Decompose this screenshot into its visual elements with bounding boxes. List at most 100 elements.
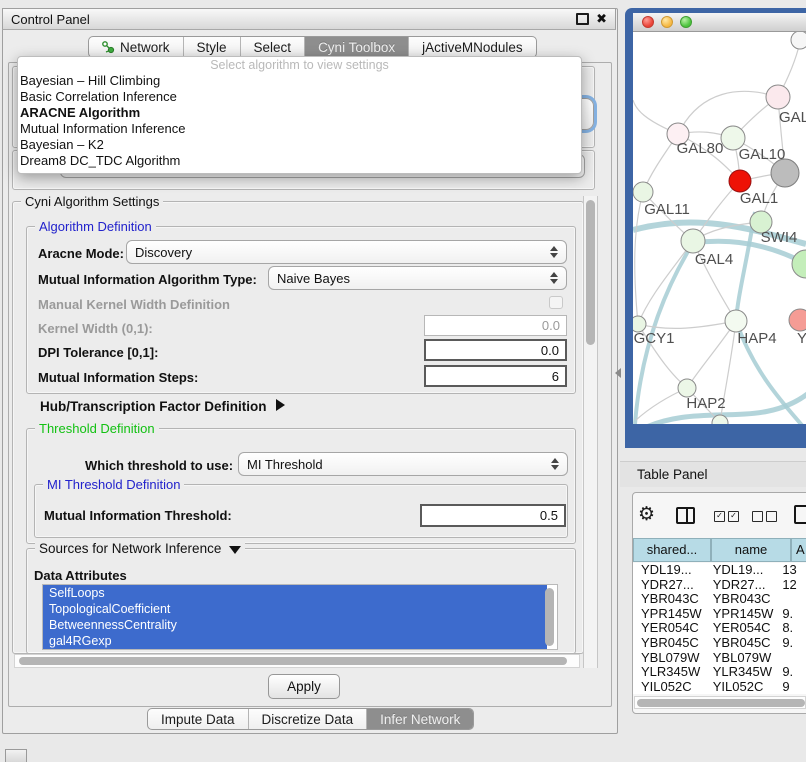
table-cell[interactable]: YER054C (633, 621, 705, 636)
table-cell[interactable]: 12 (778, 578, 806, 593)
table-cell[interactable]: YDR27... (633, 578, 705, 593)
table-cell[interactable]: YPR145W (705, 607, 779, 622)
attributes-vscroll-thumb[interactable] (545, 588, 554, 646)
data-attribute-item[interactable]: gal4RGexp (43, 633, 547, 649)
table-columns-icon[interactable] (676, 507, 695, 524)
network-edge[interactable] (687, 321, 736, 388)
table-cell[interactable]: YBR043C (705, 592, 779, 607)
table-row[interactable]: YBR045CYBR045C9. (633, 636, 806, 651)
table-settings-gear-icon[interactable]: ⚙ (638, 505, 655, 524)
column-header-shared-name[interactable]: shared... (633, 538, 711, 562)
table-cell[interactable]: YIL052C (633, 680, 705, 694)
mi-type-combo[interactable]: Naive Bayes (268, 266, 567, 290)
tab-select[interactable]: Select (241, 37, 306, 57)
table-cell[interactable]: YDR27... (705, 578, 779, 593)
deselect-all-checkboxes-icon[interactable] (752, 511, 777, 522)
data-attribute-item[interactable]: SelfLoops (43, 585, 547, 601)
network-canvas[interactable]: GAL2GAL80GAL10GAL1GAL11SWI4GAL4GCY1HAP4Y… (633, 32, 806, 424)
network-node-gal11[interactable] (633, 182, 653, 202)
tab-jactivemnodules[interactable]: jActiveMNodules (409, 37, 536, 57)
tab-infer-network[interactable]: Infer Network (367, 709, 473, 729)
table-cell[interactable] (778, 592, 806, 607)
settings-hscroll-thumb[interactable] (19, 657, 567, 665)
network-node-gal1[interactable] (729, 170, 751, 192)
tab-impute-data[interactable]: Impute Data (148, 709, 249, 729)
sources-collapse-arrow-icon[interactable] (229, 546, 241, 554)
table-cell[interactable]: YBR045C (633, 636, 705, 651)
algorithm-option[interactable]: Dream8 DC_TDC Algorithm (18, 153, 581, 169)
column-header-third[interactable]: A (791, 538, 806, 562)
settings-horizontal-scrollbar[interactable] (14, 654, 580, 668)
tab-style[interactable]: Style (184, 37, 241, 57)
table-row[interactable]: YDR27...YDR27...12 (633, 578, 806, 593)
table-cell[interactable]: YER054C (705, 621, 779, 636)
table-cell[interactable]: 9 (778, 680, 806, 694)
select-all-checkboxes-icon[interactable]: ✓✓ (714, 511, 739, 522)
table-row[interactable]: YLR345WYLR345W9. (633, 665, 806, 680)
manual-kernel-checkbox[interactable] (549, 296, 563, 309)
table-cell[interactable]: 9. (778, 636, 806, 651)
table-cell[interactable]: 9. (778, 665, 806, 680)
table-row[interactable]: YPR145WYPR145W9. (633, 607, 806, 622)
table-cell[interactable]: YBR043C (633, 592, 705, 607)
algorithm-option[interactable]: Bayesian – Hill Climbing (18, 73, 581, 89)
network-node[interactable] (791, 32, 806, 49)
table-row[interactable]: YBL079WYBL079W (633, 651, 806, 666)
network-node[interactable] (792, 250, 806, 278)
export-table-icon[interactable] (794, 505, 806, 524)
network-window-titlebar[interactable] (633, 13, 806, 32)
algorithm-option[interactable]: ARACNE Algorithm (18, 105, 581, 121)
table-hscroll-thumb[interactable] (637, 699, 805, 707)
close-panel-icon[interactable]: ✖ (596, 14, 607, 24)
data-attributes-list[interactable]: SelfLoopsTopologicalCoefficientBetweenne… (42, 584, 558, 650)
minimize-window-traffic-icon[interactable] (661, 16, 673, 28)
network-node-gal2[interactable] (766, 85, 790, 109)
close-window-traffic-icon[interactable] (642, 16, 654, 28)
table-row[interactable]: YDL19...YDL19...13 (633, 563, 806, 578)
tab-cyni-toolbox[interactable]: Cyni Toolbox (305, 37, 409, 57)
table-cell[interactable]: YLR345W (705, 665, 779, 680)
table-cell[interactable]: YBL079W (633, 651, 705, 666)
network-node-y[interactable] (789, 309, 806, 331)
table-cell[interactable]: YLR345W (633, 665, 705, 680)
dpi-tolerance-input[interactable]: 0.0 (424, 339, 567, 361)
algorithm-option[interactable]: Bayesian – K2 (18, 137, 581, 153)
settings-vertical-scrollbar[interactable] (583, 196, 598, 668)
tab-discretize-data[interactable]: Discretize Data (249, 709, 368, 729)
which-threshold-combo[interactable]: MI Threshold (238, 452, 568, 476)
table-cell[interactable]: YPR145W (633, 607, 705, 622)
table-cell[interactable]: 8. (778, 621, 806, 636)
table-cell[interactable]: YDL19... (633, 563, 705, 578)
zoom-window-traffic-icon[interactable] (680, 16, 692, 28)
column-header-name[interactable]: name (711, 538, 791, 562)
aracne-mode-combo[interactable]: Discovery (126, 240, 567, 264)
hub-expand-arrow-icon[interactable] (276, 399, 285, 411)
table-cell[interactable]: YDL19... (705, 563, 779, 578)
network-node[interactable] (771, 159, 799, 187)
network-node-gal4[interactable] (681, 229, 705, 253)
data-attribute-item[interactable]: TopologicalCoefficient (43, 601, 547, 617)
settings-vscroll-thumb[interactable] (586, 200, 595, 345)
mi-threshold-input[interactable]: 0.5 (420, 504, 566, 527)
table-row[interactable]: YER054CYER054C8. (633, 621, 806, 636)
network-edge[interactable] (635, 192, 643, 324)
table-horizontal-scrollbar[interactable] (634, 696, 806, 709)
float-panel-icon[interactable] (576, 13, 589, 25)
algorithm-option[interactable]: Mutual Information Inference (18, 121, 581, 137)
table-cell[interactable]: 9. (778, 607, 806, 622)
algorithm-option[interactable]: Basic Correlation Inference (18, 89, 581, 105)
table-cell[interactable] (778, 651, 806, 666)
minimized-panel-button[interactable] (5, 749, 27, 762)
apply-button[interactable]: Apply (268, 674, 340, 699)
panel-collapse-arrow-icon[interactable] (615, 368, 621, 378)
tab-network[interactable]: Network (89, 37, 184, 57)
network-edge[interactable] (638, 321, 736, 328)
table-cell[interactable]: YIL052C (705, 680, 779, 694)
kernel-width-input[interactable]: 0.0 (424, 315, 567, 336)
data-attribute-item[interactable]: BetweennessCentrality (43, 617, 547, 633)
mi-steps-input[interactable]: 6 (424, 365, 567, 387)
table-cell[interactable]: YBL079W (705, 651, 779, 666)
table-cell[interactable]: 13 (778, 563, 806, 578)
table-row[interactable]: YIL052CYIL052C9 (633, 680, 806, 694)
network-node-hap4[interactable] (725, 310, 747, 332)
